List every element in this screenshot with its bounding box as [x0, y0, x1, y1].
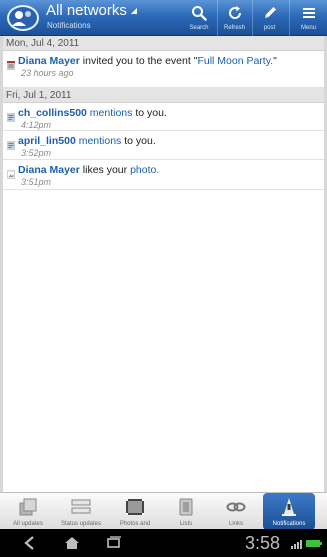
tab-label: Links — [228, 521, 243, 527]
photos-icon — [126, 499, 144, 515]
notification-text: invited you to the event " — [79, 55, 198, 67]
battery-icon — [306, 540, 322, 547]
menu-label: Menu — [300, 25, 316, 31]
pencil-icon — [265, 7, 276, 18]
notification-text-end: to you. — [132, 107, 167, 119]
tab-links[interactable]: Links — [211, 493, 261, 530]
mentions-link[interactable]: mentions — [90, 107, 133, 119]
tab-notifications[interactable]: Notifications — [263, 493, 315, 530]
menu-icon — [303, 8, 315, 18]
mentions-link[interactable]: mentions — [79, 135, 122, 147]
tab-label: Lists — [179, 521, 193, 527]
search-button[interactable]: Search — [182, 0, 216, 36]
status-updates-icon — [71, 499, 91, 514]
notification-user-link[interactable]: Diana Mayer — [18, 55, 80, 67]
notification-time: 23 hours ago — [21, 68, 74, 78]
date-header: Fri, Jul 1, 2011 — [3, 88, 324, 103]
notification-item[interactable]: ch_collins500 mentions to you. 4:12pm — [3, 103, 324, 131]
tab-label: All updates — [13, 521, 43, 527]
notification-user-link[interactable]: ch_collins500 — [18, 107, 87, 119]
links-icon — [226, 502, 246, 512]
recent-apps-icon[interactable] — [106, 536, 122, 550]
system-navigation-bar: 3:58 — [0, 529, 327, 557]
network-selector[interactable]: All networks ◢ — [46, 2, 137, 20]
refresh-label: Refresh — [223, 25, 245, 31]
refresh-button[interactable]: Refresh — [217, 0, 251, 36]
notification-text: likes your — [79, 164, 131, 176]
notification-user-link[interactable]: Diana Mayer — [18, 164, 80, 176]
date-header: Mon, Jul 4, 2011 — [3, 36, 324, 51]
photo-icon — [7, 170, 15, 179]
lists-icon — [179, 498, 193, 516]
notification-item[interactable]: april_lin500 mentions to you. 3:52pm — [3, 131, 324, 160]
notification-time: 3:51pm — [21, 177, 52, 187]
refresh-icon — [229, 6, 242, 19]
post-label: post — [263, 25, 276, 31]
event-icon — [7, 61, 15, 70]
mention-icon — [7, 113, 15, 122]
signal-strength-icon — [291, 540, 302, 549]
mention-icon — [7, 141, 15, 150]
bottom-tab-bar: All updates Status updates Photos and Li… — [0, 492, 327, 530]
search-icon — [192, 6, 207, 21]
notification-time: 4:12pm — [21, 120, 52, 130]
status-clock: 3:58 — [245, 533, 281, 553]
top-action-bar: All networks ◢ Notifications Search Refre… — [0, 0, 327, 36]
notification-text-end: to you. — [121, 135, 156, 147]
tab-photos[interactable]: Photos and — [110, 493, 160, 530]
home-icon[interactable] — [64, 536, 80, 550]
all-updates-icon — [19, 498, 37, 516]
search-label: Search — [189, 25, 209, 31]
tab-label: Photos and — [119, 521, 151, 527]
post-button[interactable]: post — [252, 0, 286, 36]
dropdown-caret-icon: ◢ — [130, 6, 138, 16]
notification-text-end: " — [273, 55, 277, 67]
notification-item[interactable]: Diana Mayer invited you to the event "Fu… — [3, 51, 324, 88]
notification-time: 3:52pm — [21, 148, 52, 158]
photo-link[interactable]: photo. — [130, 164, 159, 176]
back-icon[interactable] — [22, 536, 38, 550]
notifications-icon — [282, 498, 296, 516]
tab-lists[interactable]: Lists — [161, 493, 211, 530]
network-title: All networks — [46, 2, 127, 19]
notification-user-link[interactable]: april_lin500 — [18, 135, 76, 147]
tab-label: Status updates — [60, 521, 102, 527]
tab-status-updates[interactable]: Status updates — [56, 493, 106, 530]
notification-item[interactable]: Diana Mayer likes your photo. 3:51pm — [3, 160, 324, 190]
notifications-list[interactable]: Mon, Jul 4, 2011 Diana Mayer invited you… — [0, 36, 327, 492]
app-logo-icon[interactable] — [6, 3, 40, 33]
page-subtitle: Notifications — [47, 21, 91, 30]
tab-all-updates[interactable]: All updates — [3, 493, 53, 530]
menu-button[interactable]: Menu — [289, 0, 327, 36]
tab-label: Notifications — [272, 521, 306, 527]
event-link[interactable]: Full Moon Party. — [197, 55, 273, 67]
